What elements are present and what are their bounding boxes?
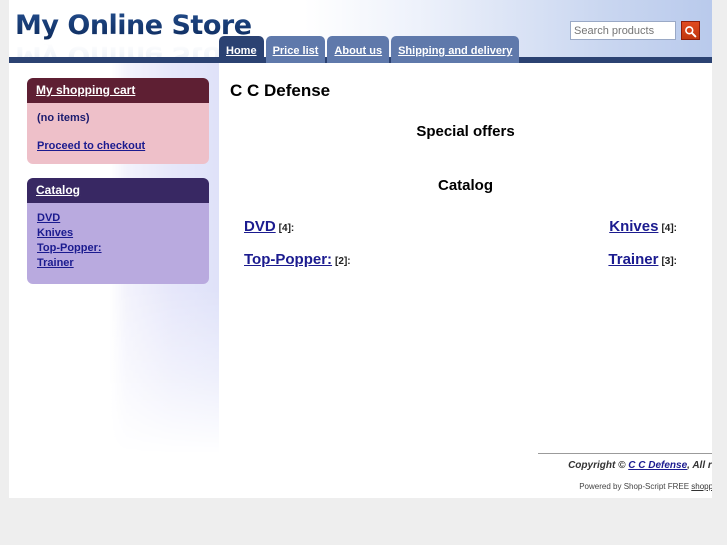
shopping-cart-title: My shopping cart xyxy=(36,83,136,97)
category-count-dvd: [4]: xyxy=(278,223,295,234)
copyright-text: Copyright © C C Defense, All rights rese… xyxy=(429,460,712,471)
search-area xyxy=(570,21,700,40)
sidebar-item-trainer[interactable]: Trainer xyxy=(37,257,200,269)
category-cell-knives: Knives [4]: xyxy=(463,218,682,235)
proceed-to-checkout-link[interactable]: Proceed to checkout xyxy=(37,140,145,152)
tab-shipping-and-delivery-label: Shipping and delivery xyxy=(398,45,513,57)
tab-about-us-label: About us xyxy=(334,45,383,57)
category-cell-top-popper: Top-Popper: [2]: xyxy=(244,251,463,268)
body-wrapper: My shopping cart (no items) Proceed to c… xyxy=(9,63,712,498)
category-grid: DVD [4]: Knives [4]: Top-Popper: [2]: Train… xyxy=(219,218,712,268)
category-count-knives: [4]: xyxy=(661,223,677,234)
copyright-prefix: Copyright © xyxy=(568,460,629,471)
catalog-header[interactable]: Catalog xyxy=(27,178,209,203)
shopping-cart-header[interactable]: My shopping cart xyxy=(27,78,209,103)
tab-price-list[interactable]: Price list xyxy=(265,36,326,63)
sidebar-item-top-popper[interactable]: Top-Popper: xyxy=(37,242,200,254)
powered-by-prefix: Powered by Shop-Script FREE xyxy=(579,482,692,491)
search-input[interactable] xyxy=(570,21,676,40)
search-icon xyxy=(682,25,699,38)
page-container: My Online Store My Online Store Home Pri… xyxy=(9,0,712,498)
category-cell-trainer: Trainer [3]: xyxy=(463,251,682,268)
category-cell-dvd: DVD [4]: xyxy=(244,218,463,235)
category-count-top-popper: [2]: xyxy=(335,256,351,267)
category-count-trainer: [3]: xyxy=(661,256,677,267)
sidebar: My shopping cart (no items) Proceed to c… xyxy=(27,78,209,298)
main-navigation: Home Price list About us Shipping and de… xyxy=(219,36,521,63)
tab-price-list-label: Price list xyxy=(272,45,319,57)
catalog-box: Catalog DVD Knives Top-Popper: Trainer xyxy=(27,178,209,284)
category-link-dvd[interactable]: DVD xyxy=(244,218,276,235)
page-title: C C Defense xyxy=(230,81,331,100)
special-offers-heading: Special offers xyxy=(416,123,515,140)
copyright-store-link[interactable]: C C Defense xyxy=(628,460,687,471)
shopping-cart-box: My shopping cart (no items) Proceed to c… xyxy=(27,78,209,164)
category-link-top-popper[interactable]: Top-Popper: xyxy=(244,251,332,268)
tab-home[interactable]: Home xyxy=(219,36,264,63)
sidebar-item-knives[interactable]: Knives xyxy=(37,227,200,239)
tab-about-us[interactable]: About us xyxy=(327,36,390,63)
shopping-cart-body: (no items) Proceed to checkout xyxy=(27,103,209,164)
site-footer: Copyright © C C Defense, All rights rese… xyxy=(429,453,712,491)
sidebar-item-dvd[interactable]: DVD xyxy=(37,212,200,224)
catalog-body: DVD Knives Top-Popper: Trainer xyxy=(27,203,209,284)
powered-by-text: Powered by Shop-Script FREE shopping car… xyxy=(429,482,712,491)
shopping-cart-software-link[interactable]: shopping cart software xyxy=(691,482,712,491)
cart-empty-text: (no items) xyxy=(37,112,90,124)
footer-divider xyxy=(538,453,712,454)
search-button[interactable] xyxy=(681,21,700,40)
category-link-knives[interactable]: Knives xyxy=(609,218,658,235)
tab-home-label: Home xyxy=(226,45,257,57)
site-logo[interactable]: My Online Store xyxy=(15,10,252,41)
tab-shipping-and-delivery[interactable]: Shipping and delivery xyxy=(391,36,520,63)
copyright-suffix: , All rights reserved. xyxy=(687,460,712,471)
category-link-trainer[interactable]: Trainer xyxy=(608,251,658,268)
catalog-title: Catalog xyxy=(36,183,81,197)
main-content: C C Defense Special offers Catalog DVD [4… xyxy=(219,63,712,498)
catalog-heading: Catalog xyxy=(437,177,493,194)
